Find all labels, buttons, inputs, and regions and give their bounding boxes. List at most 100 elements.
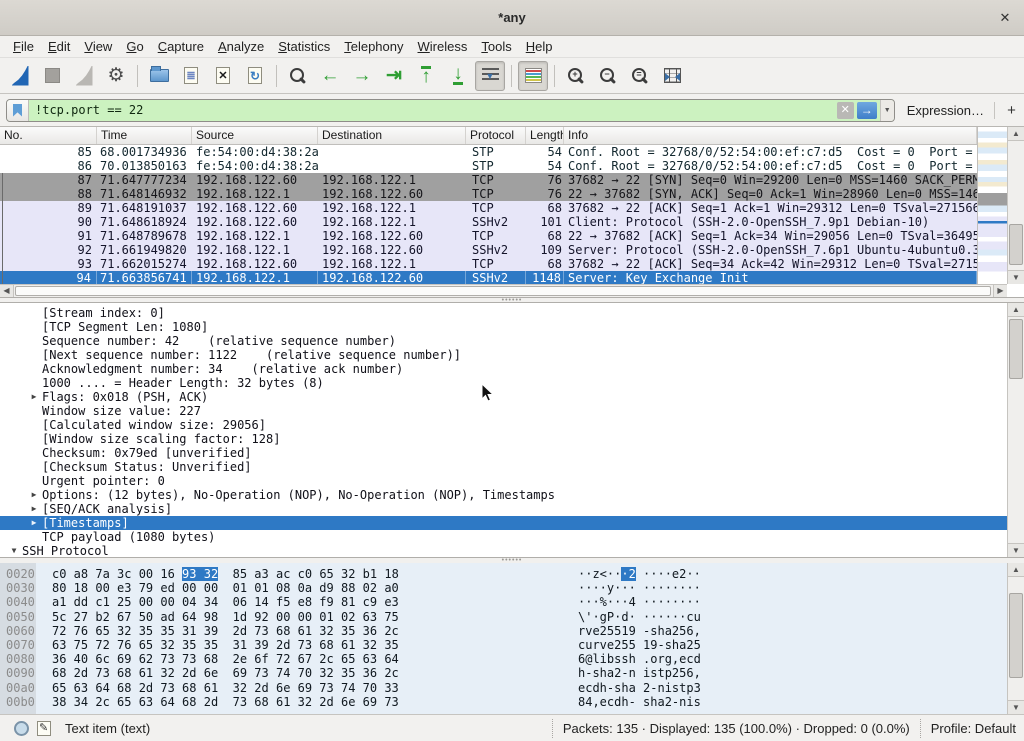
expander-collapsed-icon[interactable]: ▶: [26, 488, 42, 502]
close-icon[interactable]: ✕: [996, 9, 1014, 27]
scroll-down-icon[interactable]: ▼: [1008, 270, 1024, 284]
find-packet-button[interactable]: [283, 61, 313, 91]
zoom-in-button[interactable]: [561, 61, 591, 91]
expander-expanded-icon[interactable]: ▼: [6, 544, 22, 557]
hex-row-00a0[interactable]: 00a065 63 64 68 2d 73 68 61 32 2d 6e 69 …: [0, 681, 1007, 695]
detail-line[interactable]: [Window size scaling factor: 128]: [0, 432, 1007, 446]
packet-row-90[interactable]: 9071.648618924192.168.122.60192.168.122.…: [0, 215, 977, 229]
hex-row-0080[interactable]: 008036 40 6c 69 62 73 73 68 2e 6f 72 67 …: [0, 652, 1007, 666]
scroll-up-icon[interactable]: ▲: [1008, 303, 1024, 317]
packet-row-93[interactable]: 9371.662015274192.168.122.60192.168.122.…: [0, 257, 977, 271]
packet-row-88[interactable]: 8871.648146932192.168.122.1192.168.122.6…: [0, 187, 977, 201]
filter-apply-icon[interactable]: →: [857, 102, 877, 119]
hex-row-0060[interactable]: 006072 76 65 32 35 35 31 39 2d 73 68 61 …: [0, 624, 1007, 638]
detail-line[interactable]: ▼SSH Protocol: [0, 544, 1007, 557]
expander-collapsed-icon[interactable]: ▶: [26, 390, 42, 404]
scroll-right-icon[interactable]: ▶: [993, 285, 1007, 297]
detail-line[interactable]: Urgent pointer: 0: [0, 474, 1007, 488]
packet-list-vertical-scrollbar[interactable]: ▲ ▼: [1007, 127, 1024, 284]
go-to-packet-button[interactable]: ⇥: [379, 61, 409, 91]
detail-line[interactable]: ▶[SEQ/ACK analysis]: [0, 502, 1007, 516]
go-forward-button[interactable]: →: [347, 61, 377, 91]
go-top-button[interactable]: ↑: [411, 61, 441, 91]
expression-button[interactable]: Expression…: [907, 103, 984, 118]
packet-row-85[interactable]: 8568.001734936fe:54:00:d4:38:2aSTP54Conf…: [0, 145, 977, 159]
stop-capture-button[interactable]: [37, 61, 67, 91]
save-file-button[interactable]: [176, 61, 206, 91]
go-bottom-button[interactable]: ↓: [443, 61, 473, 91]
hex-row-0020[interactable]: 0020c0 a8 7a 3c 00 16 93 32 85 a3 ac c0 …: [0, 567, 1007, 581]
menu-wireless[interactable]: Wireless: [411, 37, 475, 56]
expert-info-icon[interactable]: [14, 721, 29, 736]
menu-analyze[interactable]: Analyze: [211, 37, 271, 56]
detail-line[interactable]: [Stream index: 0]: [0, 306, 1007, 320]
colorize-button[interactable]: [518, 61, 548, 91]
detail-line[interactable]: TCP payload (1080 bytes): [0, 530, 1007, 544]
expander-collapsed-icon[interactable]: ▶: [26, 516, 42, 530]
auto-scroll-button[interactable]: [475, 61, 505, 91]
detail-line[interactable]: [Calculated window size: 29056]: [0, 418, 1007, 432]
add-filter-button[interactable]: +: [994, 102, 1018, 119]
capture-options-button[interactable]: ⚙: [101, 61, 131, 91]
zoom-out-button[interactable]: [593, 61, 623, 91]
resize-columns-button[interactable]: [657, 61, 687, 91]
detail-line[interactable]: Sequence number: 42 (relative sequence n…: [0, 334, 1007, 348]
detail-line[interactable]: [TCP Segment Len: 1080]: [0, 320, 1007, 334]
detail-line[interactable]: Window size value: 227: [0, 404, 1007, 418]
filter-clear-icon[interactable]: ✕: [837, 102, 854, 119]
capture-comment-icon[interactable]: [37, 721, 51, 736]
hex-row-0030[interactable]: 003080 18 00 e3 79 ed 00 00 01 01 08 0a …: [0, 581, 1007, 595]
restart-capture-button[interactable]: [69, 61, 99, 91]
column-header-destination[interactable]: Destination: [318, 127, 466, 144]
detail-line[interactable]: 1000 .... = Header Length: 32 bytes (8): [0, 376, 1007, 390]
hex-row-0040[interactable]: 0040a1 dd c1 25 00 00 04 34 06 14 f5 e8 …: [0, 595, 1007, 609]
detail-line[interactable]: [Next sequence number: 1122 (relative se…: [0, 348, 1007, 362]
column-header-no[interactable]: No.: [0, 127, 97, 144]
menu-tools[interactable]: Tools: [474, 37, 518, 56]
menu-capture[interactable]: Capture: [151, 37, 211, 56]
menu-edit[interactable]: Edit: [41, 37, 77, 56]
display-filter-field[interactable]: ✕ → ▼: [6, 99, 895, 122]
menu-file[interactable]: File: [6, 37, 41, 56]
detail-line[interactable]: ▶Options: (12 bytes), No-Operation (NOP)…: [0, 488, 1007, 502]
packet-row-92[interactable]: 9271.661949820192.168.122.1192.168.122.6…: [0, 243, 977, 257]
hex-row-00b0[interactable]: 00b038 34 2c 65 63 64 68 2d 73 68 61 32 …: [0, 695, 1007, 709]
detail-line[interactable]: [Checksum Status: Unverified]: [0, 460, 1007, 474]
packet-list-minimap[interactable]: [977, 127, 1007, 284]
menu-statistics[interactable]: Statistics: [271, 37, 337, 56]
filter-bookmark-button[interactable]: [7, 100, 29, 121]
scroll-up-icon[interactable]: ▲: [1008, 563, 1024, 577]
open-file-button[interactable]: [144, 61, 174, 91]
detail-line[interactable]: Checksum: 0x79ed [unverified]: [0, 446, 1007, 460]
expander-collapsed-icon[interactable]: ▶: [26, 502, 42, 516]
column-header-time[interactable]: Time: [97, 127, 192, 144]
packet-row-87[interactable]: 8771.647777234192.168.122.60192.168.122.…: [0, 173, 977, 187]
packet-list-horizontal-scrollbar[interactable]: ◀ ▶: [0, 284, 1007, 297]
details-scroll-thumb[interactable]: [1009, 319, 1023, 379]
column-header-info[interactable]: Info: [564, 127, 977, 144]
column-header-length[interactable]: Length: [526, 127, 564, 144]
menu-help[interactable]: Help: [519, 37, 560, 56]
zoom-100-button[interactable]: [625, 61, 655, 91]
hex-row-0090[interactable]: 009068 2d 73 68 61 32 2d 6e 69 73 74 70 …: [0, 666, 1007, 680]
status-profile[interactable]: Profile: Default: [920, 719, 1016, 738]
reload-file-button[interactable]: [240, 61, 270, 91]
start-capture-button[interactable]: [5, 61, 35, 91]
column-header-source[interactable]: Source: [192, 127, 318, 144]
packet-row-94[interactable]: 9471.663856741192.168.122.1192.168.122.6…: [0, 271, 977, 285]
display-filter-input[interactable]: [29, 103, 837, 117]
filter-history-caret-icon[interactable]: ▼: [880, 100, 894, 121]
hex-scroll-thumb[interactable]: [1009, 593, 1023, 678]
column-header-protocol[interactable]: Protocol: [466, 127, 526, 144]
detail-line[interactable]: ▶Flags: 0x018 (PSH, ACK): [0, 390, 1007, 404]
go-back-button[interactable]: ←: [315, 61, 345, 91]
scroll-down-icon[interactable]: ▼: [1008, 700, 1024, 714]
hex-vertical-scrollbar[interactable]: ▲ ▼: [1007, 563, 1024, 714]
packet-row-89[interactable]: 8971.648191037192.168.122.60192.168.122.…: [0, 201, 977, 215]
menu-telephony[interactable]: Telephony: [337, 37, 410, 56]
menu-view[interactable]: View: [77, 37, 119, 56]
detail-line[interactable]: Acknowledgment number: 34 (relative ack …: [0, 362, 1007, 376]
menu-go[interactable]: Go: [119, 37, 150, 56]
detail-line[interactable]: ▶[Timestamps]: [0, 516, 1007, 530]
packet-row-86[interactable]: 8670.013850163fe:54:00:d4:38:2aSTP54Conf…: [0, 159, 977, 173]
